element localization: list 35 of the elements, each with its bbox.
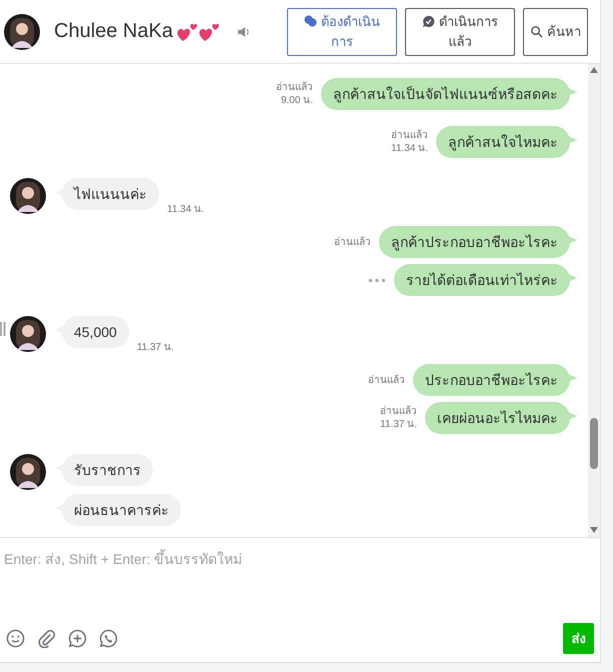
speaker-icon[interactable] [236, 26, 251, 38]
sent-message: เคยผ่อนอะไรไหมคะ [425, 402, 578, 434]
add-message-icon[interactable] [68, 628, 87, 648]
message-time: 11.34 น. [391, 142, 428, 155]
read-receipt: อ่านแล้ว [380, 405, 417, 418]
message-time: 9.00 น. [280, 94, 313, 107]
filter-button[interactable]: ค้นหา [523, 8, 588, 56]
read-receipt: อ่านแล้ว [368, 374, 405, 386]
received-message: ไฟแนนนค่ะ [54, 178, 159, 210]
sent-message: ประกอบอาชีพอะไรคะ [413, 364, 578, 396]
message-time: 11.34 น. [167, 203, 204, 216]
sent-message: ลูกค้าประกอบอาชีพอะไรคะ [379, 226, 578, 258]
avatar [4, 14, 40, 50]
received-message: 45,000 [54, 316, 129, 348]
sent-message: ลูกค้าสนใจไหมคะ [436, 126, 578, 158]
contact-name: Chulee NaKa [54, 20, 173, 43]
filter-button[interactable]: ต้องดำเนินการ [287, 8, 397, 56]
message-time: 11.37 น. [380, 418, 417, 431]
sent-message: ลูกค้าสนใจเป็นจัดไฟแนนซ์หรือสดคะ [321, 78, 578, 110]
filter-button[interactable]: ดำเนินการแล้ว [405, 8, 515, 56]
received-message: ผ่อนธนาคารค่ะ [54, 494, 181, 526]
phone-bubble-icon[interactable] [99, 628, 118, 648]
check-bubble-icon [422, 14, 435, 28]
read-receipt: อ่านแล้ว [391, 129, 428, 142]
emoji-icon[interactable] [6, 628, 25, 648]
received-message: รับราชการ [54, 454, 153, 486]
resize-grip-icon[interactable] [0, 322, 6, 336]
scrollbar[interactable] [588, 64, 600, 537]
read-receipt: อ่านแล้ว [276, 81, 313, 94]
attachment-icon[interactable] [37, 628, 56, 648]
message-time: 11.37 น. [136, 341, 174, 354]
read-receipt: อ่านแล้ว [334, 236, 371, 248]
chat-icon [304, 14, 317, 28]
search-icon [530, 24, 543, 38]
sent-message: รายได้ต่อเดือนเท่าไหร่คะ [394, 264, 578, 296]
